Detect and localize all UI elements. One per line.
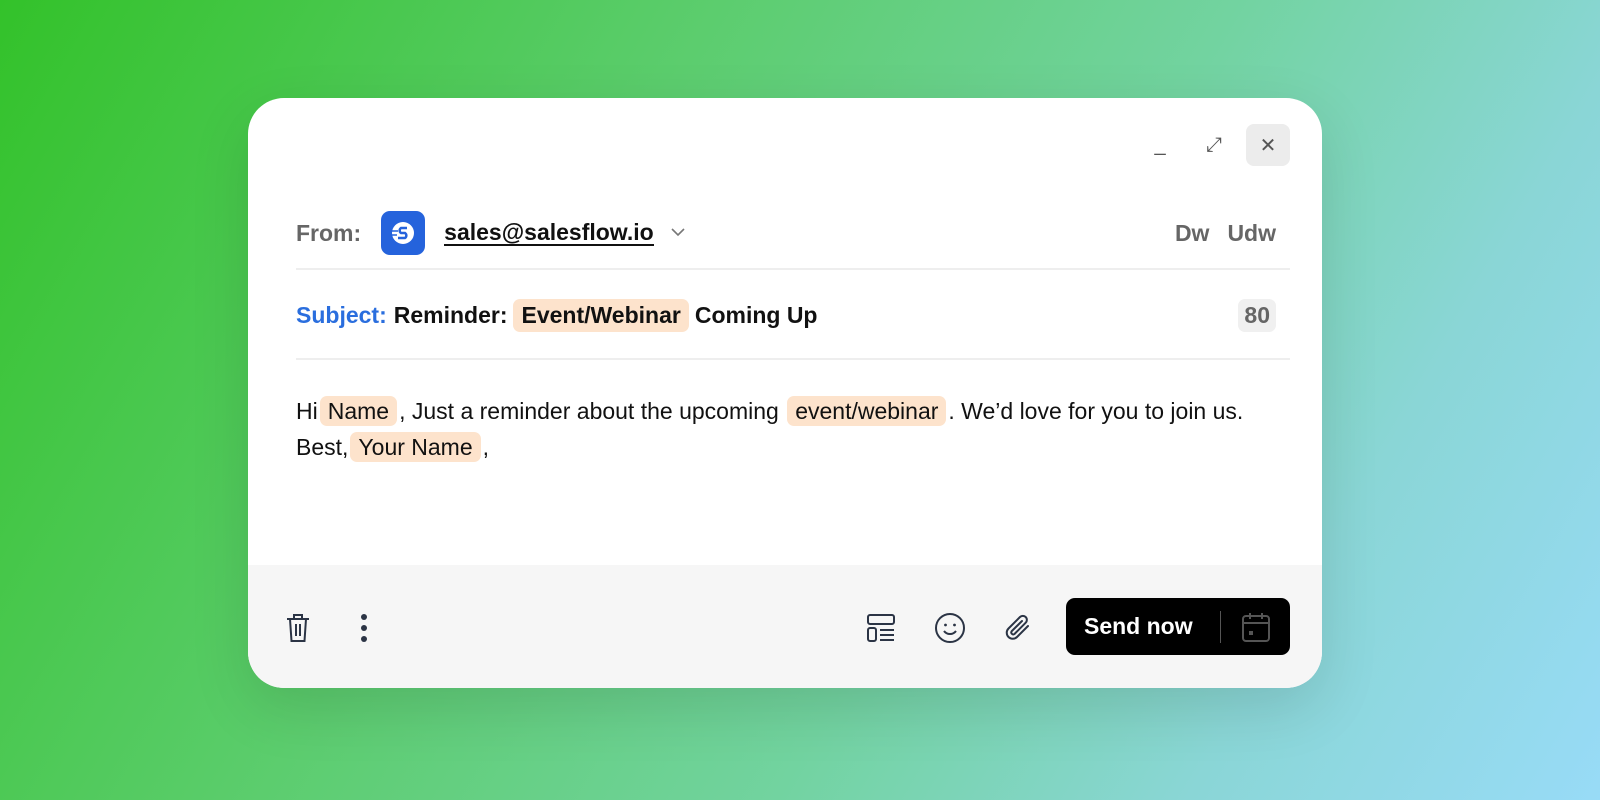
paperclip-icon (1005, 614, 1029, 640)
subject-label: Subject: (296, 301, 387, 328)
subject-suffix: Coming Up (694, 301, 818, 328)
trash-icon (287, 614, 309, 642)
message-body[interactable]: Hi Name, Just a reminder about the upcomi… (296, 393, 1266, 465)
smiley-icon (935, 613, 965, 643)
body-text: , Just a reminder about the upcoming (399, 398, 779, 424)
from-email-select[interactable]: sales@salesflow.io (444, 220, 654, 246)
udw-button[interactable]: Udw (1227, 220, 1276, 247)
template-button[interactable] (864, 611, 898, 645)
dw-button[interactable]: Dw (1175, 220, 1210, 247)
compose-window: _ ⤢ ✕ From: sales@salesflow.io Dw Udw Su… (248, 98, 1322, 688)
expand-icon: ⤢ (1206, 133, 1222, 156)
close-button[interactable]: ✕ (1246, 124, 1290, 166)
expand-button[interactable]: ⤢ (1192, 124, 1236, 166)
body-text: Hi (296, 398, 318, 424)
body-text: , (482, 434, 490, 460)
subject-char-count: 80 (1238, 298, 1276, 332)
more-vertical-icon (361, 614, 367, 642)
chevron-down-icon[interactable] (670, 224, 686, 242)
emoji-button[interactable] (933, 611, 967, 645)
subject-variable-token[interactable]: Event/Webinar (513, 298, 689, 332)
calendar-icon (1241, 612, 1270, 642)
template-icon (867, 614, 895, 642)
subject-prefix: Reminder: (393, 301, 508, 328)
from-row: From: sales@salesflow.io Dw Udw (296, 198, 1290, 270)
salesflow-logo-icon (381, 211, 426, 255)
send-button-group: Send now (1066, 598, 1290, 655)
schedule-send-button[interactable] (1221, 611, 1290, 643)
name-token[interactable]: Name (319, 396, 398, 426)
subject-row[interactable]: Subject: Reminder: Event/Webinar Coming … (296, 272, 1290, 360)
from-label: From: (296, 219, 362, 246)
send-now-button[interactable]: Send now (1066, 613, 1220, 640)
compose-footer: Send now (248, 565, 1322, 688)
more-options-button[interactable] (347, 611, 381, 645)
your-name-token[interactable]: Your Name (350, 432, 481, 462)
close-icon: ✕ (1259, 134, 1277, 157)
minimize-icon: _ (1154, 133, 1166, 156)
delete-button[interactable] (281, 611, 315, 645)
minimize-button[interactable]: _ (1138, 124, 1182, 166)
attach-button[interactable] (1001, 611, 1035, 645)
event-token[interactable]: event/webinar (787, 396, 947, 426)
